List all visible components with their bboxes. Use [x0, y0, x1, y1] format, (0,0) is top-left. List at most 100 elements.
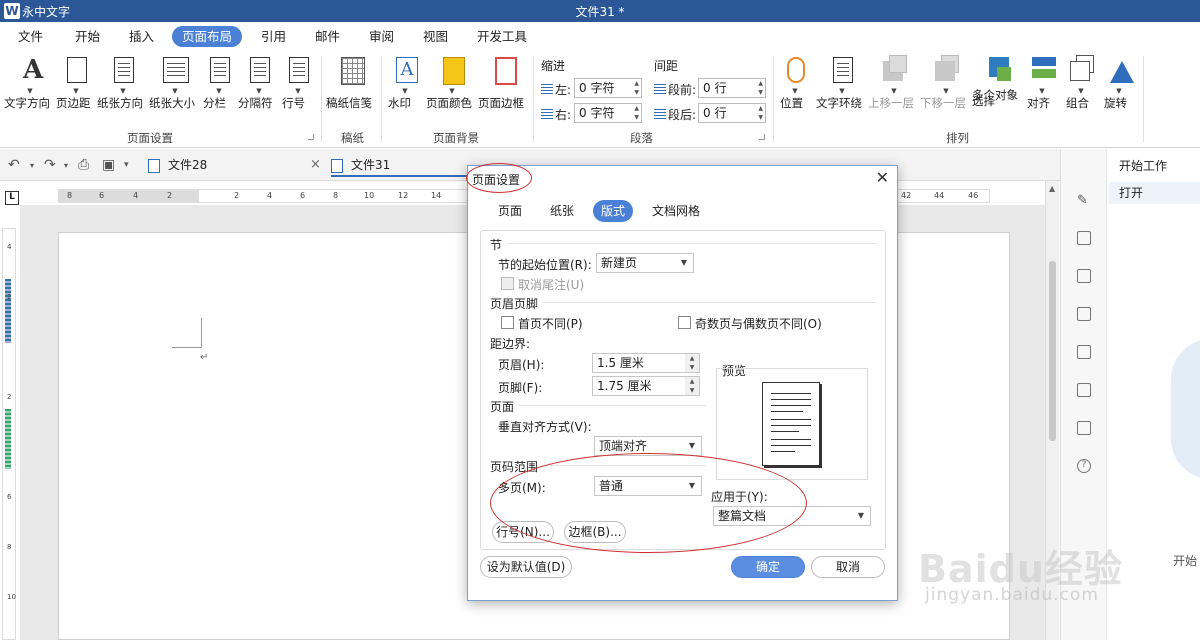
select-objects-button[interactable]: 选择 多个对象: [972, 55, 1024, 108]
borders-button[interactable]: 边框(B)...: [564, 521, 626, 543]
redo-dropdown-icon[interactable]: ▾: [64, 161, 68, 170]
spinner-arrows-icon[interactable]: ▲ ▼: [685, 354, 699, 372]
apply-to-select[interactable]: 整篇文档 ▼: [713, 506, 871, 526]
send-backward-button[interactable]: 下移一层 ▼: [920, 55, 972, 110]
indent-left-spinner[interactable]: 0 字符 ▲ ▼: [574, 78, 642, 98]
page-setup-dialog: 页面设置 ✕ 页面 纸张 版式 文档网格 节 节的起始位置(R): 新建页 ▼ 取…: [467, 165, 898, 601]
page-setup-launcher-icon[interactable]: [308, 134, 314, 140]
close-tab-icon[interactable]: ×: [310, 157, 321, 172]
odd-even-diff-checkbox[interactable]: [678, 316, 691, 329]
spinner-arrows-icon[interactable]: ▲ ▼: [634, 79, 639, 97]
lock-icon[interactable]: [1077, 307, 1091, 321]
vertical-align-select[interactable]: 顶端对齐 ▼: [594, 436, 702, 456]
spinner-arrows-icon[interactable]: ▲ ▼: [634, 104, 639, 122]
breaks-button[interactable]: 分隔符 ▼: [238, 55, 280, 110]
position-button[interactable]: 位置 ▼: [780, 55, 810, 110]
cancel-endnote-checkbox[interactable]: [501, 277, 514, 290]
doc-tab-file31[interactable]: 文件31: [331, 155, 471, 177]
tab-home[interactable]: 开始: [75, 26, 100, 47]
watermark-button[interactable]: A 水印 ▼: [388, 55, 422, 110]
space-before-spinner[interactable]: 0 行 ▲ ▼: [698, 78, 766, 98]
text-direction-button[interactable]: A 文字方向 ▼: [4, 55, 56, 110]
clipboard-icon[interactable]: [1077, 345, 1091, 359]
space-after-icon: [654, 109, 666, 121]
tab-file[interactable]: 文件: [18, 26, 43, 47]
save-icon[interactable]: ▣: [102, 157, 115, 173]
indent-right-spinner[interactable]: 0 字符 ▲ ▼: [574, 103, 642, 123]
line-numbers-icon: [283, 55, 313, 87]
manuscript-paper-button[interactable]: 稿纸信笺: [326, 55, 378, 110]
customize-toolbar-icon[interactable]: ▾: [124, 160, 129, 170]
spinner-arrows-icon[interactable]: ▲ ▼: [685, 377, 699, 395]
tab-developer[interactable]: 开发工具: [477, 26, 527, 47]
tab-stop-selector-icon[interactable]: L: [5, 191, 19, 205]
set-default-button[interactable]: 设为默认值(D): [480, 556, 572, 578]
group-button[interactable]: 组合 ▼: [1066, 55, 1096, 110]
first-page-diff-checkbox[interactable]: [501, 316, 514, 329]
page-border-button[interactable]: 页面边框: [478, 55, 530, 110]
indent-right-value: 0 字符: [579, 106, 615, 120]
group-label-page-setup: 页面设置: [127, 131, 173, 145]
help-icon[interactable]: ?: [1077, 459, 1091, 473]
rotate-icon: [1104, 55, 1134, 87]
apply-to-value: 整篇文档: [718, 509, 767, 523]
doc-tab-label: 文件28: [168, 158, 208, 172]
tab-insert[interactable]: 插入: [129, 26, 154, 47]
first-page-diff-label: 首页不同(P): [518, 317, 583, 331]
paper-size-button[interactable]: 纸张大小 ▼: [149, 55, 201, 110]
line-numbers-label: 行号: [282, 96, 305, 110]
tab-view[interactable]: 视图: [423, 26, 448, 47]
edit-pen-icon[interactable]: ✎: [1077, 193, 1091, 208]
rotate-button[interactable]: 旋转 ▼: [1104, 55, 1134, 110]
line-numbers-button[interactable]: 行号(N)...: [492, 521, 554, 543]
dialog-tab-layout[interactable]: 版式: [593, 200, 634, 222]
open-file-item[interactable]: 打开: [1109, 182, 1200, 204]
redo-icon[interactable]: ↷: [44, 157, 56, 173]
orientation-button[interactable]: 纸张方向 ▼: [97, 55, 149, 110]
doc-tab-label: 文件31: [351, 158, 391, 172]
doc-tab-file28[interactable]: 文件28: [148, 155, 318, 177]
space-after-spinner[interactable]: 0 行 ▲ ▼: [698, 103, 766, 123]
dialog-tab-paper[interactable]: 纸张: [550, 200, 574, 222]
spinner-arrows-icon[interactable]: ▲ ▼: [758, 104, 763, 122]
tab-page-layout[interactable]: 页面布局: [172, 26, 243, 47]
line-numbers-button[interactable]: 行号 ▼: [282, 55, 314, 110]
ok-button[interactable]: 确定: [731, 556, 805, 578]
settings-sliders-icon[interactable]: [1077, 231, 1091, 245]
ribbon: A 文字方向 ▼ 页边距 ▼ 纸张方向 ▼ 纸张大小 ▼ 分栏 ▼ 分隔符 ▼ 行号 ▼ 页面…: [0, 50, 1200, 148]
page-color-button[interactable]: 页面颜色 ▼: [426, 55, 478, 110]
align-icon: [1027, 55, 1057, 87]
dialog-tab-doc-grid[interactable]: 文档网格: [652, 200, 700, 222]
edit-icon[interactable]: [1077, 421, 1091, 435]
scrollbar-thumb[interactable]: [1049, 261, 1056, 441]
spinner-arrows-icon[interactable]: ▲ ▼: [758, 79, 763, 97]
header-distance-spinner[interactable]: 1.5 厘米 ▲ ▼: [592, 353, 700, 373]
tab-review[interactable]: 审阅: [369, 26, 394, 47]
tab-references[interactable]: 引用: [261, 26, 286, 47]
print-preview-icon[interactable]: ⎙: [78, 157, 89, 173]
bring-forward-button[interactable]: 上移一层 ▼: [868, 55, 920, 110]
text-wrap-button[interactable]: 文字环绕 ▼: [816, 55, 868, 110]
copy-icon[interactable]: [1077, 383, 1091, 397]
columns-label: 分栏: [203, 96, 226, 110]
text-wrap-icon: [827, 55, 857, 87]
dialog-tab-page[interactable]: 页面: [498, 200, 522, 222]
undo-dropdown-icon[interactable]: ▾: [30, 161, 34, 170]
undo-icon[interactable]: ↶: [8, 157, 20, 173]
vertical-ruler[interactable]: 4 2 2 6 8 10: [2, 228, 16, 640]
close-icon[interactable]: ✕: [876, 168, 889, 187]
paragraph-launcher-icon[interactable]: [759, 134, 765, 140]
align-button[interactable]: 对齐 ▼: [1027, 55, 1057, 110]
tab-mailings[interactable]: 邮件: [315, 26, 340, 47]
document-icon: [148, 158, 160, 173]
scroll-up-icon[interactable]: ▲: [1049, 184, 1055, 193]
ruler-tick: 2: [7, 293, 12, 301]
apply-to-label: 应用于(Y):: [711, 490, 768, 504]
footer-distance-spinner[interactable]: 1.75 厘米 ▲ ▼: [592, 376, 700, 396]
multi-page-select[interactable]: 普通 ▼: [594, 476, 702, 496]
cancel-button[interactable]: 取消: [811, 556, 885, 578]
columns-button[interactable]: 分栏 ▼: [203, 55, 235, 110]
styles-icon[interactable]: [1077, 269, 1091, 283]
margins-button[interactable]: 页边距 ▼: [56, 55, 96, 110]
section-start-select[interactable]: 新建页 ▼: [596, 253, 694, 273]
